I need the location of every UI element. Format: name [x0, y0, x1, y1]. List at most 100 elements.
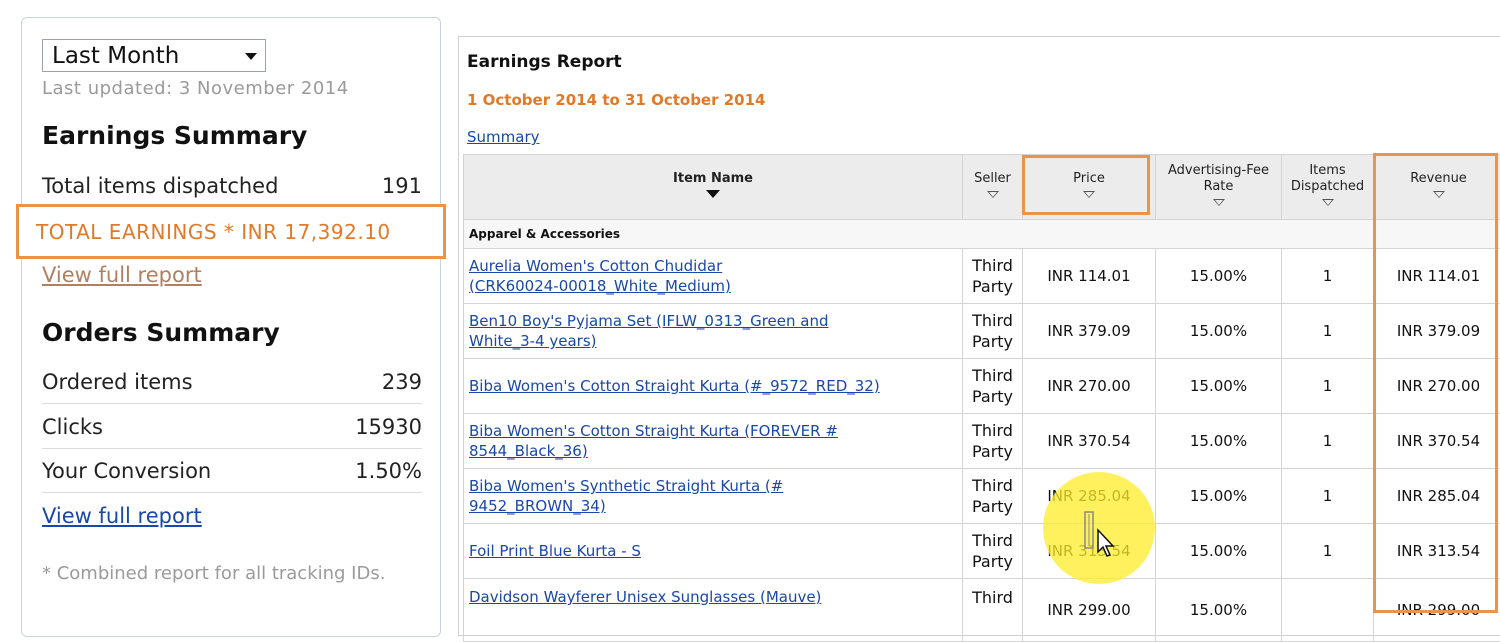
qty-cell: [1282, 579, 1374, 642]
rate-cell: 15.00%: [1156, 304, 1282, 359]
clicks-value: 15930: [355, 415, 422, 439]
period-dropdown-value: Last Month: [52, 43, 179, 69]
item-name-line2: White_3-4 years): [469, 332, 597, 350]
seller-line2: Party: [972, 277, 1013, 296]
item-name-cell: Foil Print Blue Kurta - S: [464, 524, 963, 579]
price-cell: INR 299.00: [1023, 579, 1156, 642]
price-cell: INR 270.00: [1023, 359, 1156, 414]
item-name-cell: Biba Women's Cotton Straight Kurta (FORE…: [464, 414, 963, 469]
items-header-label-line2: Dispatched: [1291, 179, 1364, 194]
item-name-line1: Biba Women's Cotton Straight Kurta (#_95…: [469, 377, 880, 395]
view-full-orders-report-link[interactable]: View full report: [42, 504, 202, 528]
seller-line1: Third: [972, 256, 1013, 275]
item-link[interactable]: Biba Women's Cotton Straight Kurta (#_95…: [469, 377, 880, 395]
clicks-row: Clicks 15930: [42, 406, 422, 449]
item-name-header-label: Item Name: [673, 171, 753, 186]
price-cell: INR 114.01: [1023, 249, 1156, 304]
period-dropdown[interactable]: Last Month: [42, 39, 266, 72]
seller-line1: Third: [972, 311, 1013, 330]
sort-icon: [987, 191, 999, 198]
item-name-line1: Davidson Wayferer Unisex Sunglasses (Mau…: [469, 588, 821, 606]
table-row: Aurelia Women's Cotton Chudidar(CRK60024…: [464, 249, 1500, 304]
ad-fee-header-label-line1: Advertising-Fee: [1168, 163, 1269, 178]
ordered-items-label: Ordered items: [42, 370, 193, 394]
sort-descending-icon: [706, 190, 720, 198]
footnote: * Combined report for all tracking IDs.: [42, 562, 422, 585]
conversion-value: 1.50%: [355, 459, 422, 483]
earnings-report-panel: Earnings Report 1 October 2014 to 31 Oct…: [458, 36, 1500, 636]
sort-icon: [1213, 199, 1225, 206]
conversion-label: Your Conversion: [42, 459, 211, 483]
seller-cell: ThirdParty: [963, 524, 1023, 579]
report-date-range: 1 October 2014 to 31 October 2014: [467, 91, 765, 109]
earnings-summary-panel: Last Month Last updated: 3 November 2014…: [21, 17, 441, 637]
view-full-earnings-report-link[interactable]: View full report: [42, 263, 202, 287]
rate-cell: 15.00%: [1156, 359, 1282, 414]
item-link[interactable]: Aurelia Women's Cotton Chudidar(CRK60024…: [469, 257, 731, 295]
report-title: Earnings Report: [467, 52, 622, 72]
ad-fee-header-label-line2: Rate: [1204, 179, 1234, 194]
seller-line2: Party: [972, 442, 1013, 461]
revenue-column-highlight: [1373, 153, 1498, 613]
item-name-line2: 9452_BROWN_34): [469, 497, 606, 515]
orders-summary-title: Orders Summary: [42, 318, 280, 347]
item-link[interactable]: Foil Print Blue Kurta - S: [469, 542, 641, 560]
column-header-items-dispatched[interactable]: Items Dispatched: [1282, 155, 1374, 220]
item-name-cell: Biba Women's Cotton Straight Kurta (#_95…: [464, 359, 963, 414]
category-label: Apparel & Accessories: [464, 220, 1500, 249]
seller-cell: Third Party: [963, 249, 1023, 304]
seller-line2: Party: [972, 387, 1013, 406]
seller-line2: Party: [972, 332, 1013, 351]
sort-icon: [1322, 199, 1334, 206]
item-name-line1: Ben10 Boy's Pyjama Set (IFLW_0313_Green …: [469, 312, 829, 330]
table-row: Biba Women's Cotton Straight Kurta (FORE…: [464, 414, 1500, 469]
table-row: Ben10 Boy's Pyjama Set (IFLW_0313_Green …: [464, 304, 1500, 359]
item-link[interactable]: Biba Women's Cotton Straight Kurta (FORE…: [469, 422, 838, 460]
price-cell: INR 370.54: [1023, 414, 1156, 469]
seller-cell: Third Party: [963, 359, 1023, 414]
qty-cell: 1: [1282, 414, 1374, 469]
items-header-label-line1: Items: [1309, 163, 1345, 178]
column-header-item-name[interactable]: Item Name: [464, 155, 963, 220]
item-name-line2: 8544_Black_36): [469, 442, 588, 460]
earnings-summary-title: Earnings Summary: [42, 121, 307, 150]
item-link[interactable]: Ben10 Boy's Pyjama Set (IFLW_0313_Green …: [469, 312, 829, 350]
seller-line1: Third: [972, 421, 1013, 440]
item-link[interactable]: Davidson Wayferer Unisex Sunglasses (Mau…: [469, 588, 821, 606]
qty-cell: 1: [1282, 249, 1374, 304]
item-name-line1: Biba Women's Cotton Straight Kurta (FORE…: [469, 422, 838, 440]
price-column-highlight: [1022, 155, 1150, 215]
seller-line1: Third: [972, 476, 1013, 495]
last-updated-text: Last updated: 3 November 2014: [42, 78, 349, 99]
items-dispatched-row: Total items dispatched 191: [42, 165, 422, 207]
rate-cell: 15.00%: [1156, 414, 1282, 469]
rate-cell: 15.00%: [1156, 524, 1282, 579]
item-link[interactable]: Biba Women's Synthetic Straight Kurta (#…: [469, 477, 783, 515]
category-row: Apparel & Accessories: [464, 220, 1500, 249]
ordered-items-row: Ordered items 239: [42, 361, 422, 404]
summary-link[interactable]: Summary: [467, 128, 540, 146]
mouse-cursor-icon: [1081, 510, 1115, 560]
price-cell: INR 379.09: [1023, 304, 1156, 359]
item-name-line1: Foil Print Blue Kurta - S: [469, 542, 641, 560]
qty-cell: 1: [1282, 469, 1374, 524]
item-name-cell: Biba Women's Synthetic Straight Kurta (#…: [464, 469, 963, 524]
rate-cell: 15.00%: [1156, 579, 1282, 642]
qty-cell: 1: [1282, 359, 1374, 414]
table-row: Biba Women's Synthetic Straight Kurta (#…: [464, 469, 1500, 524]
seller-cell: Third Party: [963, 414, 1023, 469]
seller-header-label: Seller: [974, 171, 1011, 186]
seller-line1: Third: [972, 588, 1013, 607]
items-dispatched-label: Total items dispatched: [42, 174, 278, 198]
seller-line1: Third: [972, 366, 1013, 385]
seller-line2: Party: [972, 552, 1013, 571]
column-header-advertising-fee-rate[interactable]: Advertising-Fee Rate: [1156, 155, 1282, 220]
conversion-row: Your Conversion 1.50%: [42, 450, 422, 493]
item-name-line2: (CRK60024-00018_White_Medium): [469, 277, 731, 295]
table-row: Biba Women's Cotton Straight Kurta (#_95…: [464, 359, 1500, 414]
rate-cell: 15.00%: [1156, 249, 1282, 304]
column-header-seller[interactable]: Seller: [963, 155, 1023, 220]
qty-cell: 1: [1282, 304, 1374, 359]
seller-line2: Party: [972, 497, 1013, 516]
table-header-row: Item Name Seller Price Advertising-Fee R…: [464, 155, 1500, 220]
